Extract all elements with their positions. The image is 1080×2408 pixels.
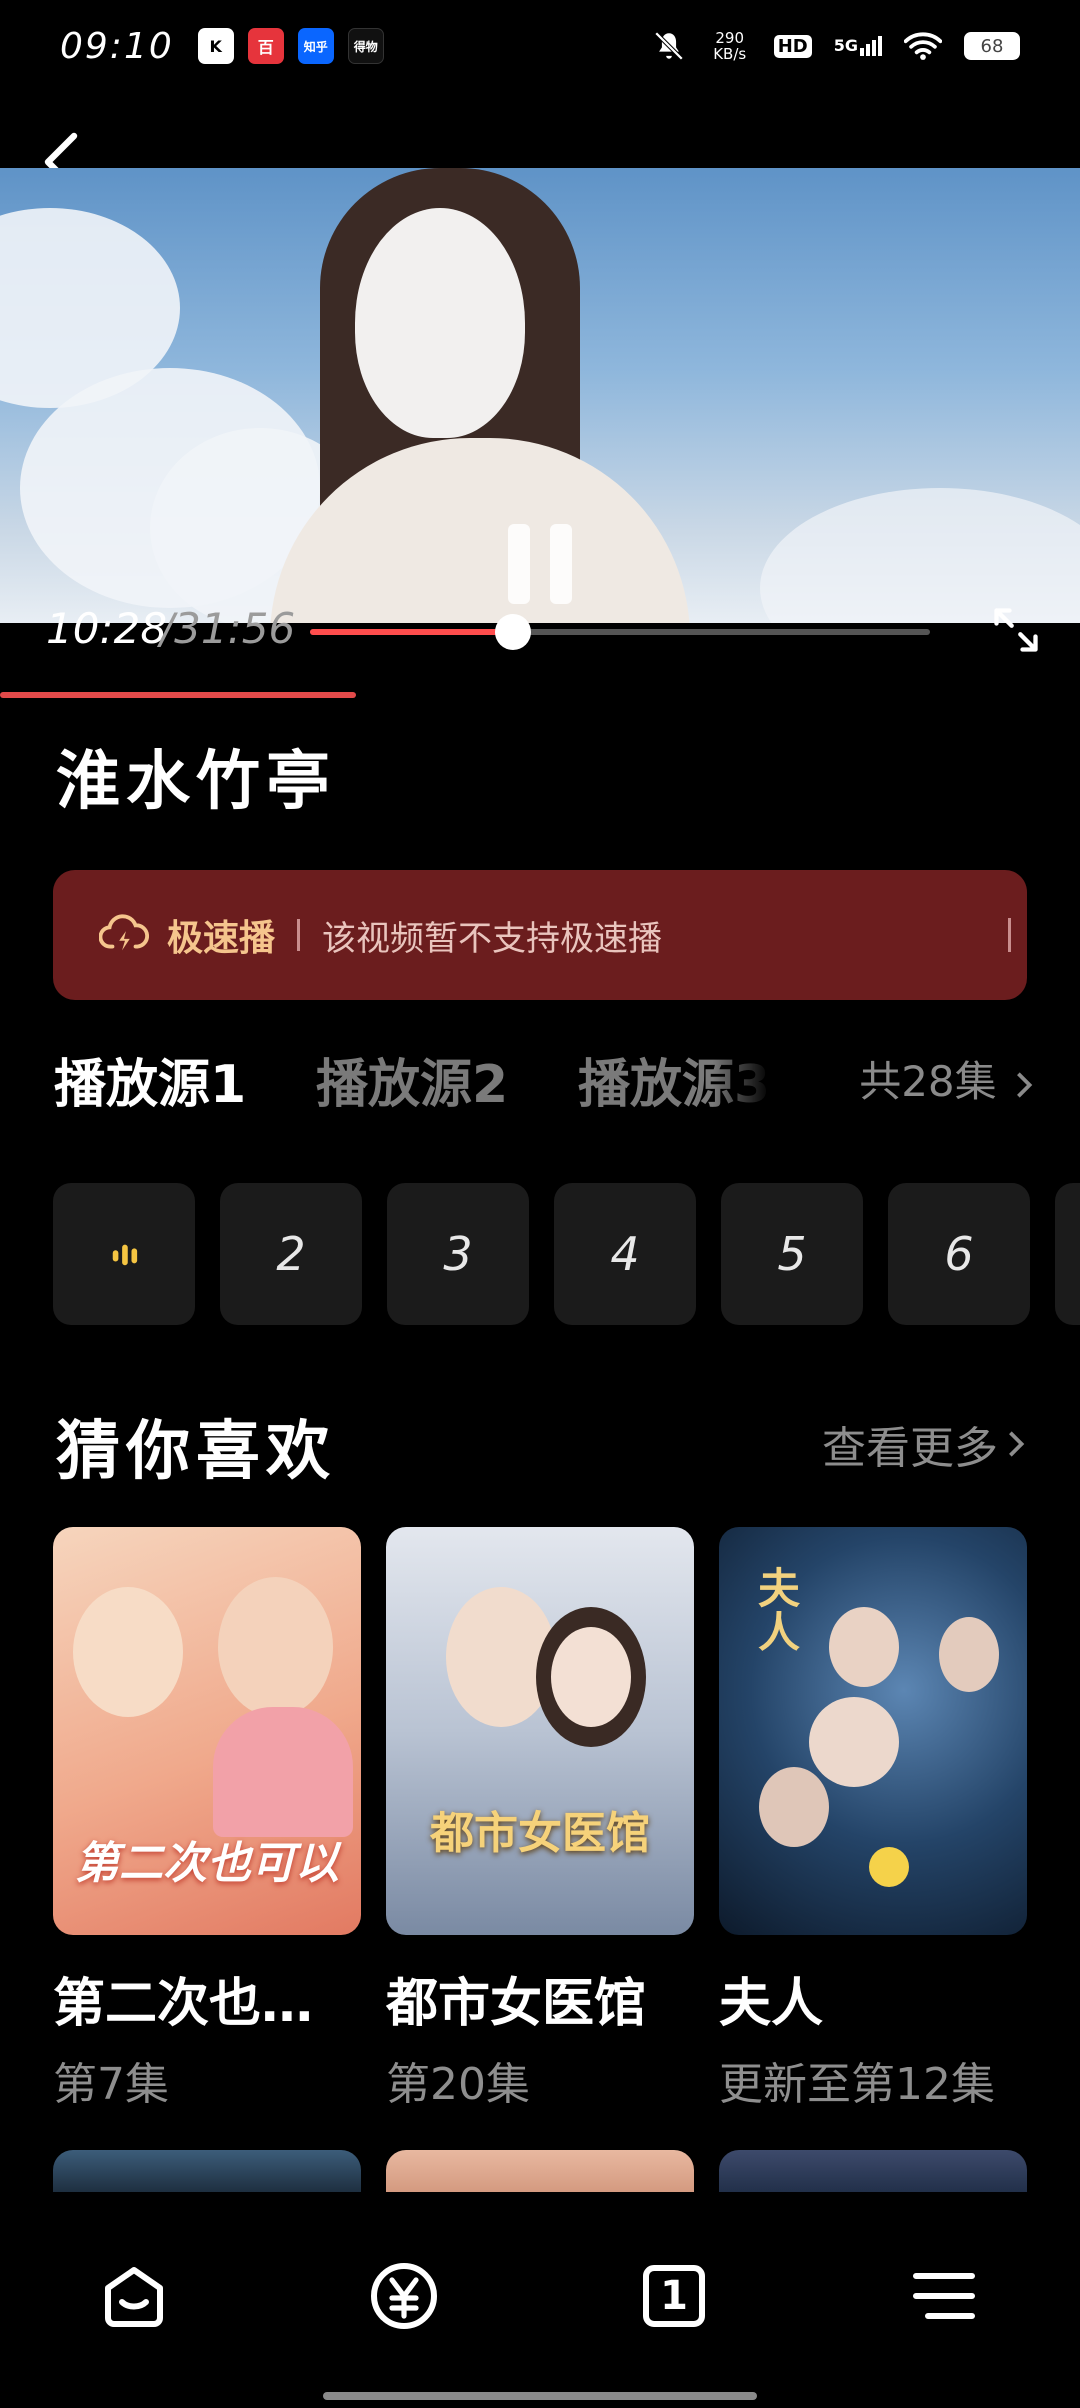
- app-zhihu-icon: 知乎: [297, 28, 334, 64]
- poster-image: 夫人: [719, 1527, 1027, 1935]
- seek-bar[interactable]: [310, 614, 930, 650]
- battery-icon: 68: [964, 32, 1020, 60]
- divider: [297, 919, 301, 951]
- card-episode: 第7集: [53, 2059, 169, 2110]
- current-time: 10:28: [46, 604, 168, 653]
- video-player[interactable]: [0, 168, 1080, 623]
- see-more-label: 查看更多: [822, 1423, 998, 1474]
- recommend-card-peek[interactable]: [386, 2150, 694, 2192]
- episode-button-current[interactable]: [53, 1183, 195, 1325]
- speed-play-banner[interactable]: 极速播 该视频暂不支持极速播: [53, 870, 1027, 1000]
- tab-count-icon[interactable]: 1: [638, 2260, 710, 2332]
- character-face: [355, 208, 525, 438]
- status-time: 09:10: [60, 25, 174, 67]
- poster-title: 第二次也可以: [75, 1838, 339, 1889]
- episodes-total-label: 共28集: [859, 1057, 997, 1106]
- hd-badge: HD: [773, 34, 812, 58]
- card-episode: 第20集: [386, 2059, 530, 2110]
- source-tabs: 播放源1 播放源2 播放源3 共28集: [54, 1042, 1034, 1115]
- poster-figure: [939, 1617, 999, 1692]
- status-bar: 09:10 K 百 知乎 得物 290 KB/s HD 5G 68: [0, 0, 1080, 92]
- status-indicators: 290 KB/s HD 5G 68: [652, 29, 1020, 63]
- recommend-card[interactable]: 第二次也可以 第二次也… 第7集: [53, 1527, 361, 2112]
- poster-figure: [829, 1607, 899, 1687]
- episode-button[interactable]: [1055, 1183, 1080, 1325]
- poster-figure: [213, 1707, 353, 1837]
- recommend-card[interactable]: 都市女医馆 都市女医馆 第20集: [386, 1527, 694, 2112]
- poster-figure: [809, 1697, 899, 1787]
- lightning-cloud-icon: [99, 914, 149, 951]
- poster-image: 都市女医馆: [386, 1527, 694, 1935]
- status-app-icons: K 百 知乎 得物: [197, 28, 384, 64]
- cloud: [760, 488, 1080, 623]
- yuan-icon[interactable]: [368, 2260, 440, 2332]
- mini-progress-bar: [0, 692, 357, 698]
- tab-source-1[interactable]: 播放源1: [54, 1042, 246, 1117]
- speed-play-message: 该视频暂不支持极速播: [322, 918, 663, 959]
- recommend-card[interactable]: 夫人 夫人 更新至第12集: [719, 1527, 1027, 2112]
- card-title: 第二次也…: [53, 1974, 314, 2034]
- poster-figure: [551, 1627, 631, 1727]
- signal-icon: 5G: [834, 36, 882, 56]
- wifi-icon: [904, 32, 942, 60]
- card-title: 夫人: [719, 1974, 824, 2034]
- poster-figure: [759, 1767, 829, 1847]
- episode-button[interactable]: 6: [888, 1183, 1030, 1325]
- menu-icon[interactable]: [908, 2260, 980, 2332]
- total-time: /31:56: [160, 604, 296, 653]
- playing-bars-icon: [112, 1244, 138, 1266]
- poster-figure: [218, 1577, 333, 1717]
- poster-orb: [869, 1847, 909, 1887]
- app-dewu-icon: 得物: [347, 28, 384, 64]
- video-title: 淮水竹亭: [56, 745, 336, 819]
- fullscreen-icon[interactable]: [990, 604, 1042, 656]
- poster-image: 第二次也可以: [53, 1527, 361, 1935]
- episode-list: 2 3 4 5 6: [53, 1183, 1080, 1325]
- episode-button[interactable]: 5: [721, 1183, 863, 1325]
- poster-title: 都市女医馆: [430, 1808, 650, 1859]
- home-icon[interactable]: [98, 2260, 170, 2332]
- recommend-title: 猜你喜欢: [56, 1415, 336, 1489]
- home-indicator: [323, 2392, 757, 2400]
- see-more-link[interactable]: 查看更多: [822, 1412, 1026, 1476]
- app-k-icon: K: [197, 28, 234, 64]
- mute-icon: [654, 31, 683, 61]
- card-episode: 更新至第12集: [719, 2059, 995, 2110]
- chevron-right-icon: [1009, 1431, 1025, 1457]
- episode-button[interactable]: 3: [387, 1183, 529, 1325]
- seek-bar-fill: [310, 629, 514, 635]
- episodes-total-link[interactable]: 共28集: [859, 1048, 1034, 1109]
- tab-source-2[interactable]: 播放源2: [316, 1042, 508, 1117]
- pause-icon[interactable]: [506, 522, 574, 606]
- chevron-right-icon: [1017, 1071, 1033, 1098]
- card-title: 都市女医馆: [386, 1974, 647, 2034]
- tab-source-3[interactable]: 播放源3: [578, 1042, 770, 1117]
- tab-count: 1: [660, 2273, 688, 2319]
- bottom-nav: 1: [0, 2192, 1080, 2408]
- app-baidu-icon: 百: [247, 28, 284, 64]
- signal-label: 5G: [833, 36, 858, 55]
- episode-button[interactable]: 4: [554, 1183, 696, 1325]
- poster-title: 夫人: [757, 1564, 800, 1657]
- speed-play-label: 极速播: [167, 918, 276, 959]
- network-speed: 290 KB/s: [713, 29, 747, 63]
- seek-thumb[interactable]: [495, 614, 532, 650]
- recommend-card-peek[interactable]: [719, 2150, 1027, 2192]
- recommend-card-peek[interactable]: [53, 2150, 361, 2192]
- divider: [1008, 918, 1011, 952]
- episode-button[interactable]: 2: [220, 1183, 362, 1325]
- poster-figure: [73, 1587, 183, 1717]
